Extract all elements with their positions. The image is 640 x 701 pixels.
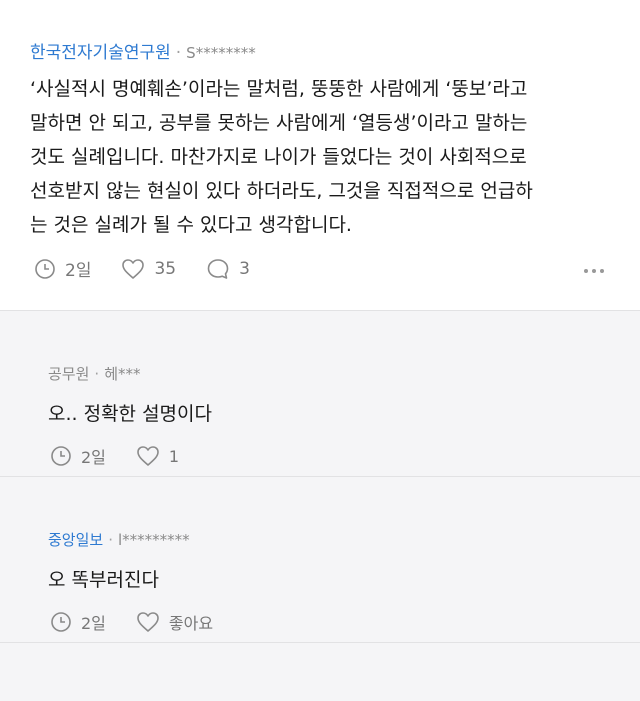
comment-company[interactable]: 공무원 bbox=[48, 365, 89, 383]
post-company[interactable]: 한국전자기술연구원 bbox=[30, 43, 171, 63]
clock-icon bbox=[51, 446, 71, 466]
separator-dot: · bbox=[108, 531, 113, 549]
comment-time: 2일 bbox=[50, 444, 106, 468]
heart-icon bbox=[137, 446, 159, 466]
divider bbox=[0, 642, 640, 643]
post: 한국전자기술연구원 · S******** ‘사실적시 명예훼손’이라는 말처럼, … bbox=[0, 0, 640, 310]
heart-icon bbox=[137, 612, 159, 632]
more-dots-icon[interactable] bbox=[584, 269, 604, 273]
heart-icon bbox=[122, 258, 145, 279]
post-time: 2일 bbox=[34, 256, 91, 281]
comment-time: 2일 bbox=[50, 610, 106, 634]
post-comment-count: 3 bbox=[239, 258, 250, 279]
comment-company[interactable]: 중앙일보 bbox=[48, 531, 103, 549]
comment-text: 오 똑부러진다 bbox=[48, 569, 159, 591]
comment-bubble-icon bbox=[207, 258, 229, 279]
comment-like-button[interactable]: 좋아요 bbox=[136, 610, 213, 634]
post-line: 선호받지 않는 현실이 있다 하더라도, 그것을 직접적으로 언급하 bbox=[30, 180, 533, 202]
comment-item: 공무원 · 헤*** 오.. 정확한 설명이다 2일 1 bbox=[0, 311, 640, 476]
post-user: S******** bbox=[186, 44, 256, 62]
comment-header: 중앙일보 · l********* bbox=[48, 529, 190, 550]
post-line: ‘사실적시 명예훼손’이라는 말처럼, 뚱뚱한 사람에게 ‘뚱보’라고 bbox=[30, 78, 528, 100]
comment-like-count: 1 bbox=[168, 446, 180, 466]
comment-header: 공무원 · 헤*** bbox=[48, 363, 141, 384]
separator-dot: · bbox=[175, 43, 182, 63]
post-comment-button[interactable]: 3 bbox=[206, 258, 250, 280]
post-like-count: 35 bbox=[154, 258, 177, 279]
comment-actions: 2일 1 bbox=[50, 444, 209, 468]
post-body: ‘사실적시 명예훼손’이라는 말처럼, 뚱뚱한 사람에게 ‘뚱보’라고 말하면 … bbox=[30, 72, 615, 242]
post-line: 말하면 안 되고, 공부를 못하는 사람에게 ‘열등생’이라고 말하는 bbox=[30, 112, 528, 134]
post-actions: 2일 35 3 bbox=[34, 256, 280, 281]
clock-icon bbox=[51, 612, 71, 632]
post-like-button[interactable]: 35 bbox=[121, 258, 176, 280]
comment-user: 헤*** bbox=[104, 365, 141, 383]
post-line: 것도 실례입니다. 마찬가지로 나이가 들었다는 것이 사회적으로 bbox=[30, 146, 527, 168]
comment-time-text: 2일 bbox=[81, 614, 106, 633]
clock-icon bbox=[35, 258, 55, 279]
post-header: 한국전자기술연구원 · S******** bbox=[30, 38, 256, 63]
post-time-text: 2일 bbox=[65, 261, 92, 281]
post-line: 는 것은 실례가 될 수 있다고 생각합니다. bbox=[30, 214, 352, 236]
comments-section: 공무원 · 헤*** 오.. 정확한 설명이다 2일 1 중앙일보 · l*******… bbox=[0, 310, 640, 701]
comment-actions: 2일 좋아요 bbox=[50, 610, 243, 634]
comment-like-label: 좋아요 bbox=[168, 614, 214, 633]
comment-item: 중앙일보 · l********* 오 똑부러진다 2일 좋아요 bbox=[0, 477, 640, 642]
comment-user: l********* bbox=[117, 531, 190, 549]
comment-text: 오.. 정확한 설명이다 bbox=[48, 403, 212, 425]
comment-like-button[interactable]: 1 bbox=[136, 445, 179, 467]
comment-time-text: 2일 bbox=[81, 448, 106, 467]
separator-dot: · bbox=[94, 365, 100, 383]
